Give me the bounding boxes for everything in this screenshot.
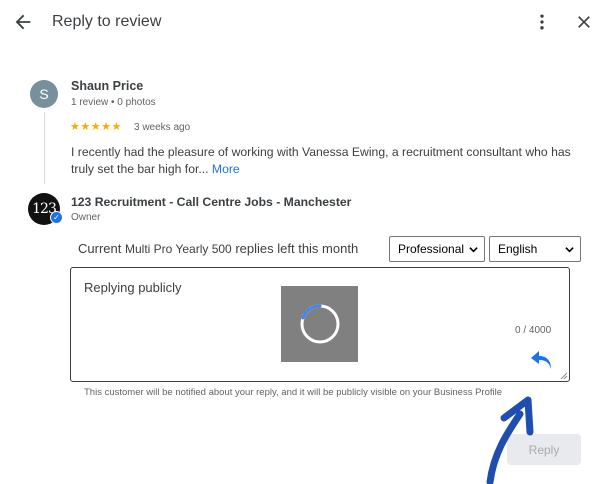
review-body: I recently had the pleasure of working w… xyxy=(71,145,571,176)
quota-prefix: Current xyxy=(78,241,122,256)
reply-placeholder: Replying publicly xyxy=(84,280,182,295)
chevron-down-icon xyxy=(565,247,574,253)
business-name: 123 Recruitment - Call Centre Jobs - Man… xyxy=(71,195,352,209)
thread-connector xyxy=(44,112,45,184)
loading-overlay xyxy=(281,286,358,362)
char-count: 0 / 4000 xyxy=(515,325,552,336)
language-select-value: English xyxy=(498,242,538,256)
quota-plan: Multi Pro Yearly 500 xyxy=(124,242,232,256)
dialog-header: Reply to review xyxy=(0,0,606,46)
loading-spinner-icon xyxy=(300,304,339,344)
review-more-link[interactable]: More xyxy=(212,162,240,176)
reply-quota: Current Multi Pro Yearly 500 replies lef… xyxy=(78,241,358,256)
business-role: Owner xyxy=(71,212,101,223)
tone-select[interactable]: Professional xyxy=(389,236,485,262)
review-time: 3 weeks ago xyxy=(134,122,191,133)
public-reply-notice: This customer will be notified about you… xyxy=(84,387,503,398)
review-text: I recently had the pleasure of working w… xyxy=(71,144,591,178)
resize-grip-icon[interactable] xyxy=(560,372,568,380)
more-options-icon[interactable] xyxy=(532,11,552,33)
star-rating: ★★★★★ xyxy=(70,121,122,133)
back-arrow-icon[interactable] xyxy=(12,11,34,33)
tone-select-value: Professional xyxy=(398,242,465,256)
reviewer-name[interactable]: Shaun Price xyxy=(71,79,143,93)
close-icon[interactable] xyxy=(574,12,594,32)
reviewer-meta: 1 review • 0 photos xyxy=(71,97,156,108)
chevron-down-icon xyxy=(469,247,478,253)
verified-check-icon: ✓ xyxy=(50,211,63,224)
reply-button[interactable]: Reply xyxy=(507,434,581,465)
undo-arrow-icon[interactable] xyxy=(529,348,555,372)
language-select[interactable]: English xyxy=(489,236,581,262)
dialog-title: Reply to review xyxy=(52,13,162,30)
reviewer-avatar[interactable]: S xyxy=(30,80,58,108)
quota-suffix: replies left this month xyxy=(235,241,359,256)
